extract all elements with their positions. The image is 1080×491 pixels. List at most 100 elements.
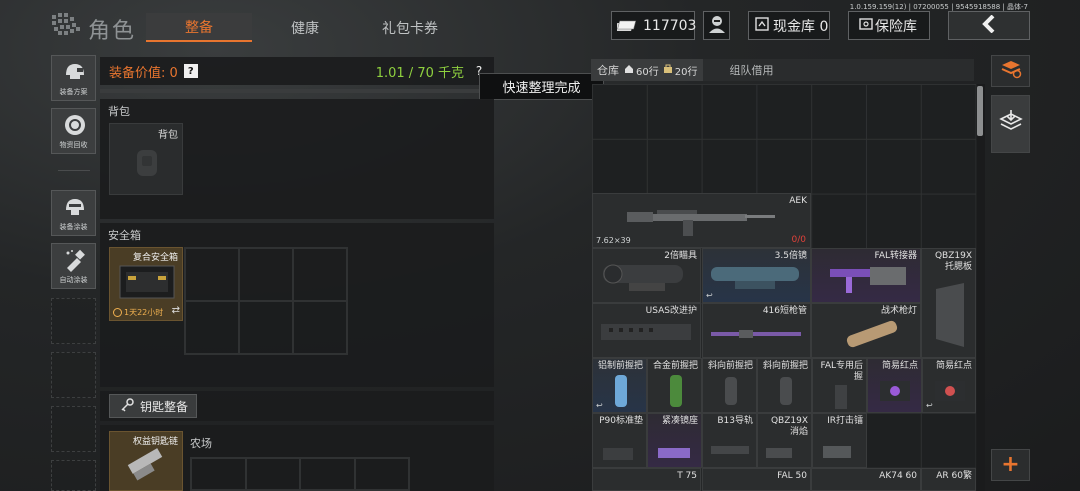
flash-hider-icon: [764, 444, 794, 466]
key-loadout-button[interactable]: 钥匙整备: [109, 394, 197, 418]
grip-icon: [776, 377, 796, 411]
plus-icon: +: [1001, 452, 1020, 477]
back-button[interactable]: [948, 11, 1030, 40]
grid-cell[interactable]: [293, 248, 347, 301]
item-name: IR打击镭: [827, 416, 863, 426]
scrollbar[interactable]: [977, 84, 985, 491]
empty-tool-slot: [51, 460, 96, 491]
cash-vault-button[interactable]: 现金库 0: [748, 11, 830, 40]
loadout-plan-button[interactable]: 装备方案: [51, 55, 96, 101]
item-fal-adapter[interactable]: FAL转接器: [811, 248, 921, 303]
item-fal50[interactable]: FAL 50: [702, 468, 811, 491]
item-416-short-barrel[interactable]: 416短枪管: [702, 303, 811, 358]
quick-store-button[interactable]: [991, 95, 1030, 153]
cash-vault-label: 现金库 0: [773, 18, 829, 35]
recycle-icon: [63, 113, 87, 141]
item-red-dot-2[interactable]: 简易红点 ↩: [922, 358, 976, 413]
item-usas-handguard[interactable]: USAS改进护: [592, 303, 701, 358]
item-p90-pad[interactable]: P90标准垫: [592, 413, 647, 468]
grid-cell[interactable]: [293, 301, 347, 354]
supply-recycle-button[interactable]: 物资回收: [51, 108, 96, 154]
item-grip-alloy[interactable]: 合金前握把: [647, 358, 702, 413]
safebox-timer: 1天22小时: [113, 307, 163, 318]
key-section: 钥匙整备: [100, 391, 494, 421]
item-t75[interactable]: T 75: [592, 468, 701, 491]
grid-cell[interactable]: [191, 458, 246, 490]
safebox-slot[interactable]: 复合安全箱 1天22小时 ⇄: [109, 247, 183, 321]
avatar-button[interactable]: [703, 11, 730, 40]
item-name: AEK: [789, 196, 807, 206]
item-name: FAL专用后 握: [820, 361, 863, 382]
swap-icon[interactable]: ⇄: [172, 305, 180, 316]
rifle-icon: [627, 202, 777, 244]
money-display[interactable]: 117703: [611, 11, 696, 40]
divider: [58, 170, 90, 171]
empty-tool-slot: [51, 406, 96, 452]
backpack-slot[interactable]: 背包: [109, 123, 183, 195]
item-b13-rail[interactable]: B13导轨: [702, 413, 757, 468]
grid-cell[interactable]: [185, 301, 239, 354]
item-compact-mount[interactable]: 紧凑镜座: [647, 413, 702, 468]
page-title: 角色: [88, 19, 137, 44]
grid-cell[interactable]: [354, 458, 409, 490]
item-tactical-flashlight[interactable]: 战术枪灯: [811, 303, 921, 358]
pad-icon: [601, 444, 637, 467]
weight-display: 1.01 / 70 千克: [375, 65, 464, 81]
section-label: 背包: [108, 105, 130, 118]
grid-cell[interactable]: [239, 248, 293, 301]
item-qbz19x-flash-hider[interactable]: QBZ19X 消焰: [757, 413, 812, 468]
item-qbz19x-cheekpad[interactable]: QBZ19X 托腮板: [921, 248, 976, 358]
equipment-skin-button[interactable]: 装备涂装: [51, 190, 96, 236]
item-2x-scope[interactable]: 2倍瞄具: [592, 248, 701, 303]
rows-a: 60行: [636, 66, 659, 78]
clock-icon: [113, 308, 122, 317]
grid-cell[interactable]: [245, 458, 300, 490]
safe-vault-button[interactable]: 保险库: [848, 11, 930, 40]
item-ar60[interactable]: AR 60繁: [921, 468, 976, 491]
keychain-slot[interactable]: 权益钥匙链: [109, 431, 183, 491]
item-name: 合金前握把: [652, 361, 698, 371]
tab-label: 健康: [291, 20, 319, 37]
tab-loadout[interactable]: 整备: [146, 13, 252, 42]
vault-icon: [755, 16, 769, 35]
home-icon: [624, 64, 634, 77]
item-aek-rifle[interactable]: AEK 7.62×39 0/0: [592, 193, 811, 248]
scrollbar-thumb[interactable]: [977, 86, 983, 136]
help-icon[interactable]: ?: [183, 64, 198, 78]
equipment-value: 装备价值: 0: [109, 65, 178, 81]
safebox-icon: [118, 264, 176, 306]
tab-team-borrow[interactable]: 组队借用: [715, 59, 787, 81]
item-name: AK74 60: [879, 471, 917, 481]
item-name: 416短枪管: [762, 306, 807, 316]
cheekpad-icon: [930, 279, 970, 355]
item-3_5x-scope[interactable]: 3.5倍镜 ↩: [702, 248, 811, 303]
safebox-grid: [184, 247, 348, 355]
add-button[interactable]: +: [991, 449, 1030, 481]
tab-gift-cards[interactable]: 礼包卡券: [358, 13, 462, 42]
item-grip-angled-2[interactable]: 斜向前握把: [757, 358, 812, 413]
item-ir-laser[interactable]: IR打击镭: [812, 413, 867, 468]
tab-health[interactable]: 健康: [258, 13, 352, 42]
grid-cell[interactable]: [300, 458, 355, 490]
tool-label: 装备涂装: [59, 223, 88, 231]
item-ak74-60[interactable]: AK74 60: [811, 468, 921, 491]
auto-skin-button[interactable]: 自动涂装: [51, 243, 96, 289]
item-name: T 75: [677, 471, 697, 481]
item-name: 简易红点: [881, 361, 918, 371]
item-name: 简易红点: [935, 361, 972, 371]
item-fal-rear-grip[interactable]: FAL专用后 握: [812, 358, 867, 413]
weight-bar: [100, 89, 494, 93]
item-name: 紧凑镜座: [661, 416, 698, 426]
item-grip-aluminum[interactable]: 铝制前握把 ↩: [592, 358, 647, 413]
section-label: 安全箱: [108, 229, 141, 242]
item-grip-angled[interactable]: 斜向前握把: [702, 358, 757, 413]
safebox-name: 复合安全箱: [132, 253, 178, 263]
grip-icon: [613, 375, 629, 411]
tab-warehouse[interactable]: 仓库 60行 20行: [591, 59, 704, 81]
grid-cell[interactable]: [239, 301, 293, 354]
grid-cell[interactable]: [185, 248, 239, 301]
item-red-dot[interactable]: 简易红点: [867, 358, 922, 413]
item-name: 铝制前握把: [597, 361, 643, 371]
sort-inventory-button[interactable]: [991, 55, 1030, 87]
timer-label: 1天22小时: [124, 308, 164, 317]
